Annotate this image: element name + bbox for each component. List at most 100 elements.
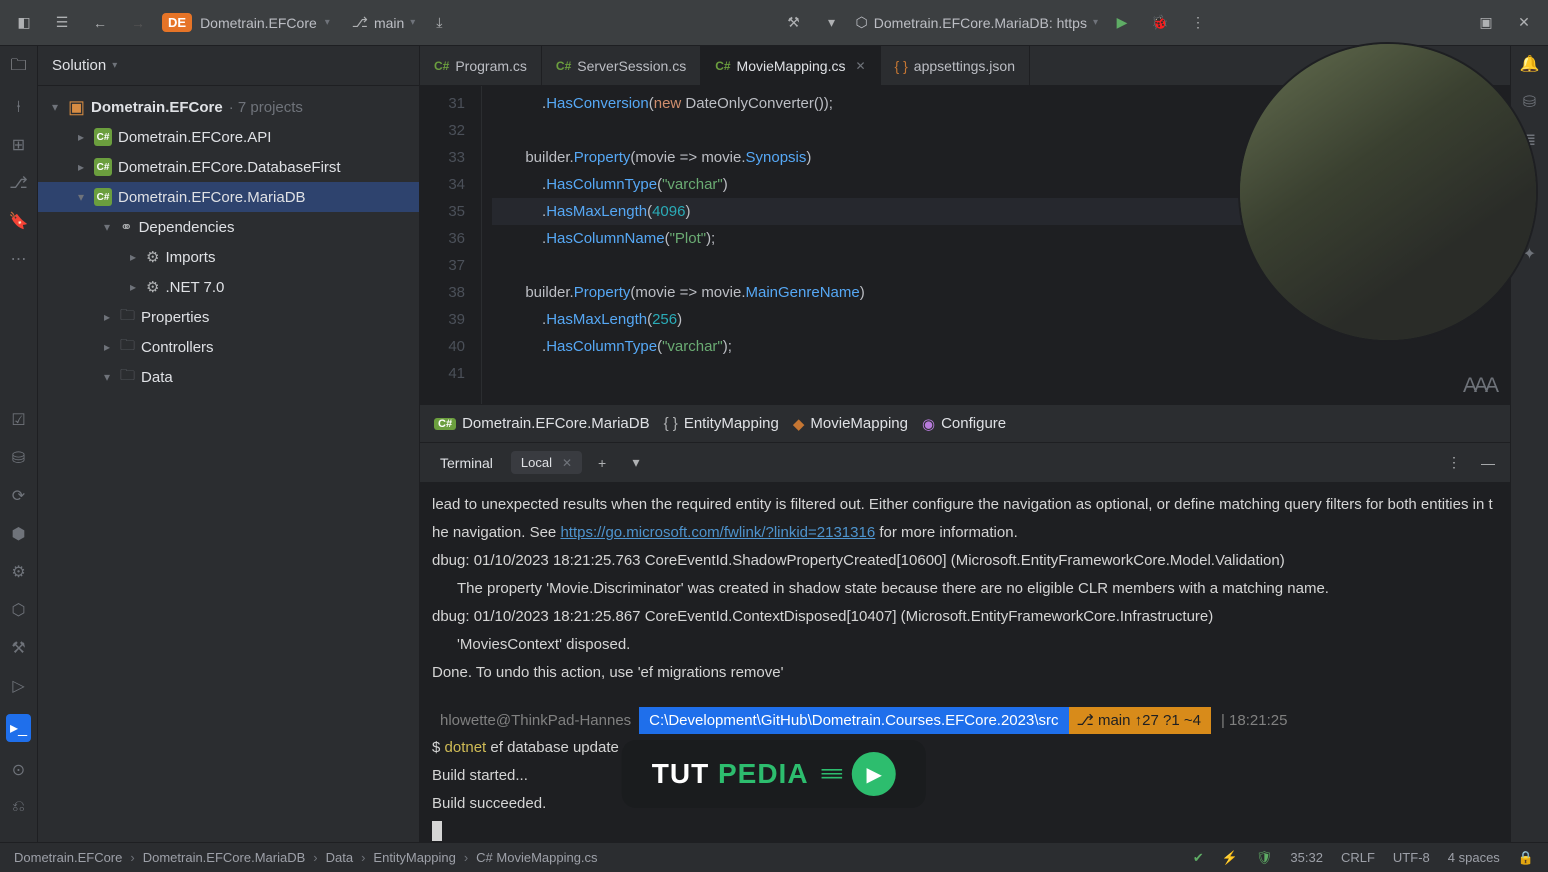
status-path-segment[interactable]: Data	[326, 850, 353, 865]
todo-icon[interactable]: ☑	[11, 410, 25, 430]
terminal-line: dbug: 01/10/2023 18:21:25.867 CoreEventI…	[432, 608, 1213, 625]
app-icon[interactable]: ◧	[10, 9, 38, 37]
tree-item[interactable]: ▾🗀Data	[38, 362, 419, 392]
tab-label: MovieMapping.cs	[737, 58, 846, 74]
close-icon[interactable]: ✕	[1510, 9, 1538, 37]
terminal-line: for more information.	[875, 524, 1018, 541]
add-terminal-icon[interactable]: +	[588, 449, 616, 477]
tree-solution-root[interactable]: ▾ ▣ Dometrain.EFCore · 7 projects	[38, 92, 419, 122]
breadcrumb-project[interactable]: C# Dometrain.EFCore.MariaDB	[434, 415, 650, 432]
tree-item[interactable]: ▸🗀Properties	[38, 302, 419, 332]
tree-label: .NET 7.0	[165, 279, 224, 296]
status-indent[interactable]: 4 spaces	[1448, 850, 1500, 865]
prompt-time: | 18:21:25	[1211, 707, 1297, 734]
editor-tab[interactable]: { }appsettings.json	[881, 46, 1030, 85]
project-selector[interactable]: DE Dometrain.EFCore ▾	[162, 13, 330, 32]
solution-tree[interactable]: ▾ ▣ Dometrain.EFCore · 7 projects ▸C#Dom…	[38, 86, 419, 842]
status-path-segment[interactable]: Dometrain.EFCore.MariaDB	[143, 850, 306, 865]
close-icon[interactable]: ✕	[562, 456, 572, 470]
vcs-update-icon[interactable]: ⤓	[425, 9, 453, 37]
solution-header[interactable]: Solution ▾	[38, 46, 419, 86]
watermark: TUT PEDIA ≡≡ ▶	[622, 740, 926, 808]
more-icon[interactable]: ⋯	[11, 249, 27, 269]
project-badge: DE	[162, 13, 192, 32]
tree-item[interactable]: ▸⚙.NET 7.0	[38, 272, 419, 302]
csharp-project-icon: C#	[94, 158, 112, 176]
tree-item[interactable]: ▾⚭Dependencies	[38, 212, 419, 242]
run-icon[interactable]: ▶	[1108, 9, 1136, 37]
commit-icon[interactable]: ⍿	[16, 99, 20, 117]
breadcrumb-label: MovieMapping	[810, 415, 908, 432]
chevron-down-icon[interactable]: ▾	[818, 9, 846, 37]
status-position[interactable]: 35:32	[1290, 850, 1323, 865]
database-icon[interactable]: ⛁	[12, 448, 25, 468]
explorer-icon[interactable]: 🗀	[10, 54, 26, 81]
run-config-selector[interactable]: ⬡ Dometrain.EFCore.MariaDB: https ▾	[856, 14, 1098, 31]
branch-name: main	[374, 15, 404, 31]
tree-label: Dependencies	[139, 219, 235, 236]
services-icon[interactable]: ⬢	[12, 524, 26, 544]
problems-icon[interactable]: ⬡	[12, 600, 26, 620]
namespace-icon: { }	[664, 415, 678, 432]
terminal-tab-main[interactable]: Terminal	[428, 449, 505, 477]
run-icon[interactable]: ▷	[12, 676, 24, 696]
code-line[interactable]	[492, 360, 1510, 387]
tree-item[interactable]: ▸⚙Imports	[38, 242, 419, 272]
terminal-tabs: Terminal Local ✕ + ▾ ⋮ —	[420, 443, 1510, 483]
breadcrumb-namespace[interactable]: { } EntityMapping	[664, 415, 779, 432]
hamburger-icon[interactable]: ☰	[48, 9, 76, 37]
nav-back-icon[interactable]: ←	[86, 9, 114, 37]
settings-icon[interactable]: ⚙	[11, 562, 25, 582]
status-shield-icon[interactable]: 🛡	[1256, 850, 1273, 866]
tree-item[interactable]: ▾C#Dometrain.EFCore.MariaDB	[38, 182, 419, 212]
close-icon[interactable]: ✕	[855, 59, 865, 73]
minimize-icon[interactable]: —	[1474, 449, 1502, 477]
editor-tab[interactable]: C# MovieMapping.cs ✕	[701, 46, 880, 85]
vcs-icon[interactable]: ⎌	[12, 798, 25, 816]
status-path-segment[interactable]: C# MovieMapping.cs	[476, 850, 597, 865]
branch-selector[interactable]: ⎇ main ▾	[352, 14, 416, 31]
build-icon[interactable]: ⚒	[780, 9, 808, 37]
editor-tab[interactable]: C#Program.cs	[420, 46, 542, 85]
git-branch-icon[interactable]: ⎇	[9, 173, 27, 193]
status-eol[interactable]: CRLF	[1341, 850, 1375, 865]
status-path-segment[interactable]: EntityMapping	[373, 850, 455, 865]
status-ok-icon[interactable]: ✔	[1193, 850, 1204, 866]
more-icon[interactable]: ⋮	[1440, 449, 1468, 477]
refresh-icon[interactable]: ⟳	[12, 486, 25, 506]
status-path-segment[interactable]: Dometrain.EFCore	[14, 850, 122, 865]
tree-item[interactable]: ▸C#Dometrain.EFCore.API	[38, 122, 419, 152]
terminal-icon[interactable]: ▸_	[6, 714, 31, 742]
structure-icon[interactable]: ⊞	[12, 135, 25, 155]
csharp-icon: C#	[715, 59, 730, 73]
status-lock-icon[interactable]: 🔒	[1518, 850, 1534, 866]
build-icon[interactable]: ⚒	[11, 638, 25, 658]
tree-label: Imports	[165, 249, 215, 266]
layout-icon[interactable]: ▣	[1472, 9, 1500, 37]
status-power-icon[interactable]: ⚡	[1222, 850, 1238, 866]
more-icon[interactable]: ⋮	[1184, 9, 1212, 37]
bookmark-icon[interactable]: 🔖	[9, 211, 29, 231]
terminal-link[interactable]: https://go.microsoft.com/fwlink/?linkid=…	[560, 524, 875, 541]
chevron-icon: ▸	[74, 160, 88, 174]
font-size-icon[interactable]: AAA	[1463, 374, 1496, 398]
terminal-tab-local[interactable]: Local ✕	[511, 451, 582, 474]
terminal-output[interactable]: lead to unexpected results when the requ…	[420, 483, 1510, 842]
event-log-icon[interactable]: ⊙	[12, 760, 25, 780]
project-name: Dometrain.EFCore	[200, 15, 317, 31]
debug-icon[interactable]: 🐞	[1146, 9, 1174, 37]
breadcrumb-class[interactable]: ◆ MovieMapping	[793, 415, 908, 433]
editor-tab[interactable]: C#ServerSession.cs	[542, 46, 701, 85]
breadcrumb-method[interactable]: ◉ Configure	[922, 415, 1006, 433]
watermark-text: TUT PEDIA	[652, 758, 809, 790]
chevron-icon: ▸	[126, 250, 140, 264]
tree-item[interactable]: ▸C#Dometrain.EFCore.DatabaseFirst	[38, 152, 419, 182]
tab-label: appsettings.json	[914, 58, 1015, 74]
status-path[interactable]: Dometrain.EFCore›Dometrain.EFCore.MariaD…	[14, 850, 598, 865]
terminal-line: Done. To undo this action, use 'ef migra…	[432, 664, 783, 681]
chevron-down-icon: ▾	[325, 17, 330, 28]
chevron-down-icon[interactable]: ▾	[622, 449, 650, 477]
tree-item[interactable]: ▸🗀Controllers	[38, 332, 419, 362]
nav-forward-icon[interactable]: →	[124, 9, 152, 37]
status-encoding[interactable]: UTF-8	[1393, 850, 1430, 865]
